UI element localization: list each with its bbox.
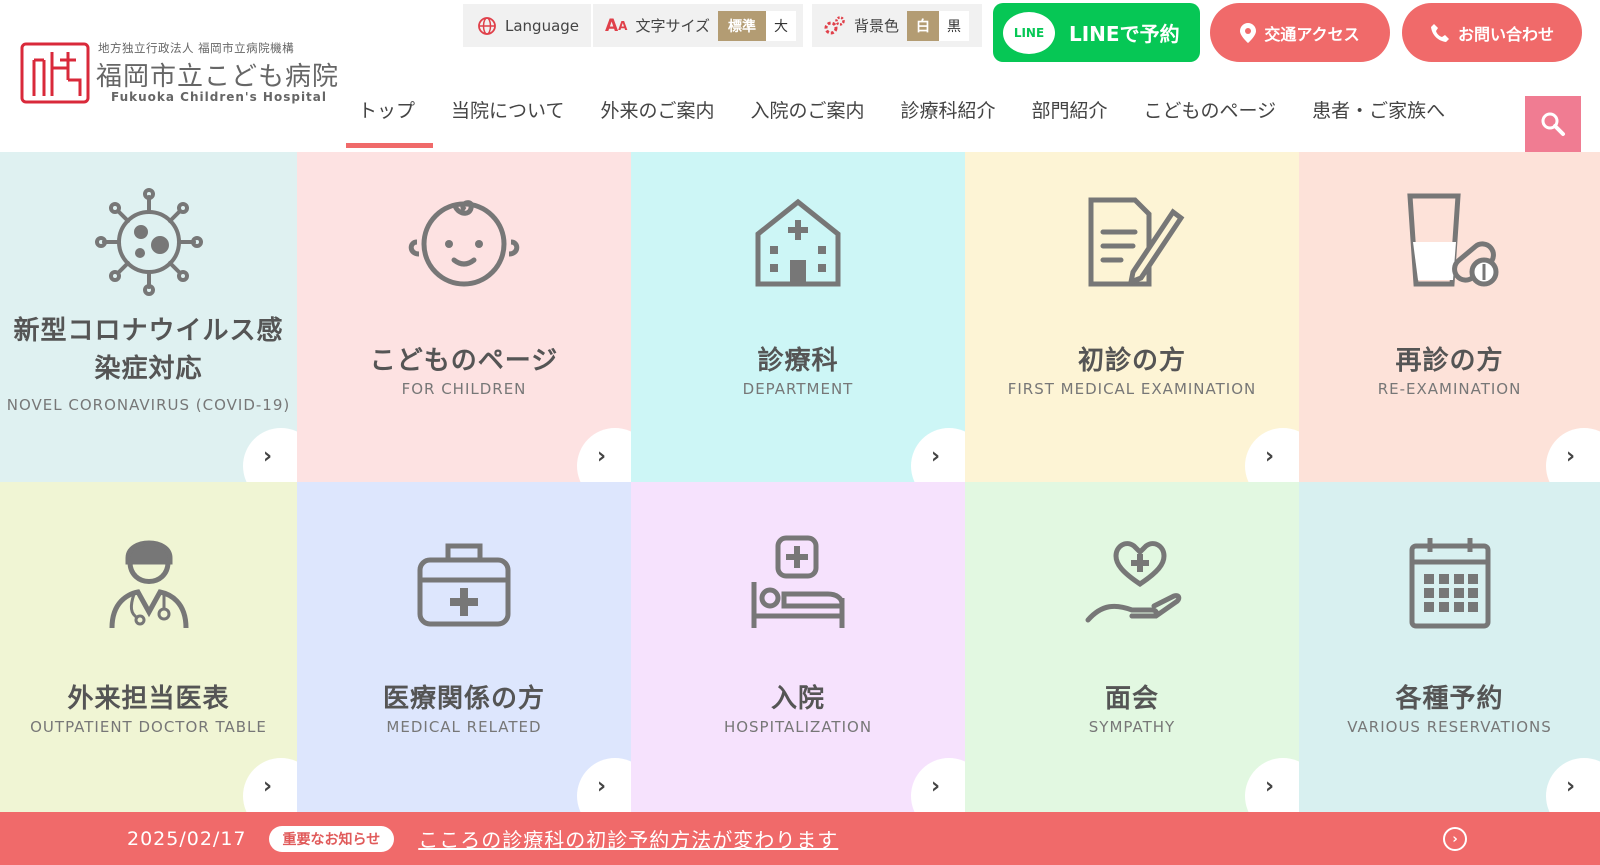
calendar-icon bbox=[1299, 522, 1600, 642]
site-header: 地方独立行政法人 福岡市立病院機構 福岡市立こども病院 Fukuoka Chil… bbox=[0, 0, 1600, 152]
arrow-icon: › bbox=[911, 758, 965, 812]
tile-subtitle: VARIOUS RESERVATIONS bbox=[1347, 718, 1552, 736]
tile-title: 診療科 bbox=[757, 346, 839, 376]
tile-title: 外来担当医表 bbox=[67, 684, 230, 714]
arrow-icon: › bbox=[1546, 758, 1600, 812]
line-reservation-label: LINEで予約 bbox=[1069, 22, 1180, 46]
important-news-bar: 2025/02/17 重要なお知らせ こころの診療科の初診予約方法が変わります … bbox=[0, 812, 1600, 865]
contact-button[interactable]: お問い合わせ bbox=[1402, 3, 1582, 62]
arrow-icon: › bbox=[1245, 428, 1299, 482]
tile-covid[interactable]: 新型コロナウイルス感 染症対応 NOVEL CORONAVIRUS (COVID-… bbox=[0, 152, 297, 482]
tile-title: 各種予約 bbox=[1395, 684, 1504, 714]
logo-name-en: Fukuoka Children's Hospital bbox=[111, 90, 328, 104]
nav-item-inpatient[interactable]: 入院のご案内 bbox=[732, 88, 882, 148]
tile-first-visit[interactable]: 初診の方 FIRST MEDICAL EXAMINATION › bbox=[965, 152, 1299, 482]
circle-arrow-icon[interactable]: › bbox=[1443, 827, 1467, 851]
tile-title: 初診の方 bbox=[1077, 346, 1186, 376]
tile-visit[interactable]: 面会 SYMPATHY › bbox=[965, 482, 1299, 812]
tile-subtitle: NOVEL CORONAVIRUS (COVID-19) bbox=[6, 396, 291, 414]
tile-title: 新型コロナウイルス感 染症対応 bbox=[13, 316, 284, 384]
font-size-control: AA 文字サイズ 標準 大 bbox=[593, 4, 803, 47]
tile-subtitle: FIRST MEDICAL EXAMINATION bbox=[1007, 380, 1257, 398]
font-size-icon: AA bbox=[605, 15, 628, 36]
tile-subtitle: OUTPATIENT DOCTOR TABLE bbox=[30, 718, 267, 736]
hospital-bed-icon bbox=[631, 522, 965, 642]
font-size-label: 文字サイズ bbox=[635, 17, 711, 35]
language-label: Language bbox=[505, 16, 580, 35]
map-pin-icon bbox=[1240, 22, 1257, 43]
tile-title: 再診の方 bbox=[1395, 346, 1504, 376]
virus-icon bbox=[0, 182, 297, 302]
doctor-icon bbox=[0, 522, 297, 642]
baby-face-icon bbox=[297, 182, 631, 302]
tile-subtitle: FOR CHILDREN bbox=[401, 380, 527, 398]
news-badge: 重要なお知らせ bbox=[268, 825, 395, 852]
tile-title: 医療関係の方 bbox=[382, 684, 545, 714]
nav-item-children[interactable]: こどものページ bbox=[1126, 88, 1295, 148]
phone-icon bbox=[1430, 23, 1449, 42]
document-pen-icon bbox=[965, 182, 1299, 302]
search-icon bbox=[1541, 112, 1565, 136]
tile-doctor-table[interactable]: 外来担当医表 OUTPATIENT DOCTOR TABLE › bbox=[0, 482, 297, 812]
bg-color-label: 背景色 bbox=[854, 17, 900, 35]
globe-icon bbox=[477, 16, 497, 36]
arrow-icon: › bbox=[577, 758, 631, 812]
nav-item-divisions[interactable]: 部門紹介 bbox=[1014, 88, 1126, 148]
contact-label: お問い合わせ bbox=[1457, 24, 1554, 44]
tile-for-children[interactable]: こどものページ FOR CHILDREN › bbox=[297, 152, 631, 482]
bg-black-button[interactable]: 黒 bbox=[939, 10, 970, 41]
logo-organization: 地方独立行政法人 福岡市立病院機構 bbox=[98, 41, 295, 55]
arrow-icon: › bbox=[577, 428, 631, 482]
site-logo[interactable]: 地方独立行政法人 福岡市立病院機構 福岡市立こども病院 Fukuoka Chil… bbox=[20, 38, 340, 108]
arrow-icon: › bbox=[1546, 428, 1600, 482]
news-date: 2025/02/17 bbox=[127, 827, 247, 850]
nav-item-about[interactable]: 当院について bbox=[433, 88, 582, 148]
tile-reservations[interactable]: 各種予約 VARIOUS RESERVATIONS › bbox=[1299, 482, 1600, 812]
tile-subtitle: MEDICAL RELATED bbox=[386, 718, 542, 736]
tile-title: 面会 bbox=[1104, 684, 1159, 714]
gears-icon bbox=[822, 15, 846, 37]
global-nav: トップ 当院について 外来のご案内 入院のご案内 診療科紹介 部門紹介 こどもの… bbox=[340, 88, 1463, 148]
search-button[interactable] bbox=[1525, 96, 1581, 152]
language-selector[interactable]: Language bbox=[463, 4, 591, 47]
line-reservation-button[interactable]: LINE LINEで予約 bbox=[993, 3, 1200, 62]
access-label: 交通アクセス bbox=[1264, 24, 1360, 44]
tile-medical-related[interactable]: 医療関係の方 MEDICAL RELATED › bbox=[297, 482, 631, 812]
tile-subtitle: DEPARTMENT bbox=[742, 380, 854, 398]
nav-item-top[interactable]: トップ bbox=[340, 88, 434, 148]
medicine-cup-icon bbox=[1299, 182, 1600, 302]
news-link[interactable]: こころの診療科の初診予約方法が変わります bbox=[418, 824, 838, 853]
tile-subtitle: SYMPATHY bbox=[1088, 718, 1176, 736]
arrow-icon: › bbox=[911, 428, 965, 482]
font-size-standard-button[interactable]: 標準 bbox=[718, 10, 767, 41]
tile-subtitle: HOSPITALIZATION bbox=[723, 718, 873, 736]
nav-item-departments[interactable]: 診療科紹介 bbox=[882, 88, 1013, 148]
bg-color-control: 背景色 白 黒 bbox=[812, 4, 982, 47]
tile-revisit[interactable]: 再診の方 RE-EXAMINATION › bbox=[1299, 152, 1600, 482]
line-logo-icon: LINE bbox=[1003, 11, 1055, 54]
heart-hand-icon bbox=[965, 522, 1299, 642]
bg-white-button[interactable]: 白 bbox=[907, 10, 940, 41]
tile-hospitalization[interactable]: 入院 HOSPITALIZATION › bbox=[631, 482, 965, 812]
logo-name: 福岡市立こども病院 bbox=[96, 62, 340, 92]
access-button[interactable]: 交通アクセス bbox=[1210, 3, 1390, 62]
arrow-icon: › bbox=[243, 758, 297, 812]
arrow-icon: › bbox=[1245, 758, 1299, 812]
hospital-logo-icon bbox=[20, 42, 90, 104]
hospital-building-icon bbox=[631, 182, 965, 302]
nav-item-outpatient[interactable]: 外来のご案内 bbox=[582, 88, 732, 148]
tile-title: こどものページ bbox=[369, 346, 559, 376]
arrow-icon: › bbox=[243, 428, 297, 482]
nav-item-patients[interactable]: 患者・ご家族へ bbox=[1294, 88, 1463, 148]
medical-kit-icon bbox=[297, 522, 631, 642]
menu-tiles: 新型コロナウイルス感 染症対応 NOVEL CORONAVIRUS (COVID-… bbox=[0, 152, 1600, 812]
tile-title: 入院 bbox=[770, 684, 825, 714]
tile-department[interactable]: 診療科 DEPARTMENT › bbox=[631, 152, 965, 482]
font-size-large-button[interactable]: 大 bbox=[766, 10, 797, 41]
tile-subtitle: RE-EXAMINATION bbox=[1377, 380, 1522, 398]
